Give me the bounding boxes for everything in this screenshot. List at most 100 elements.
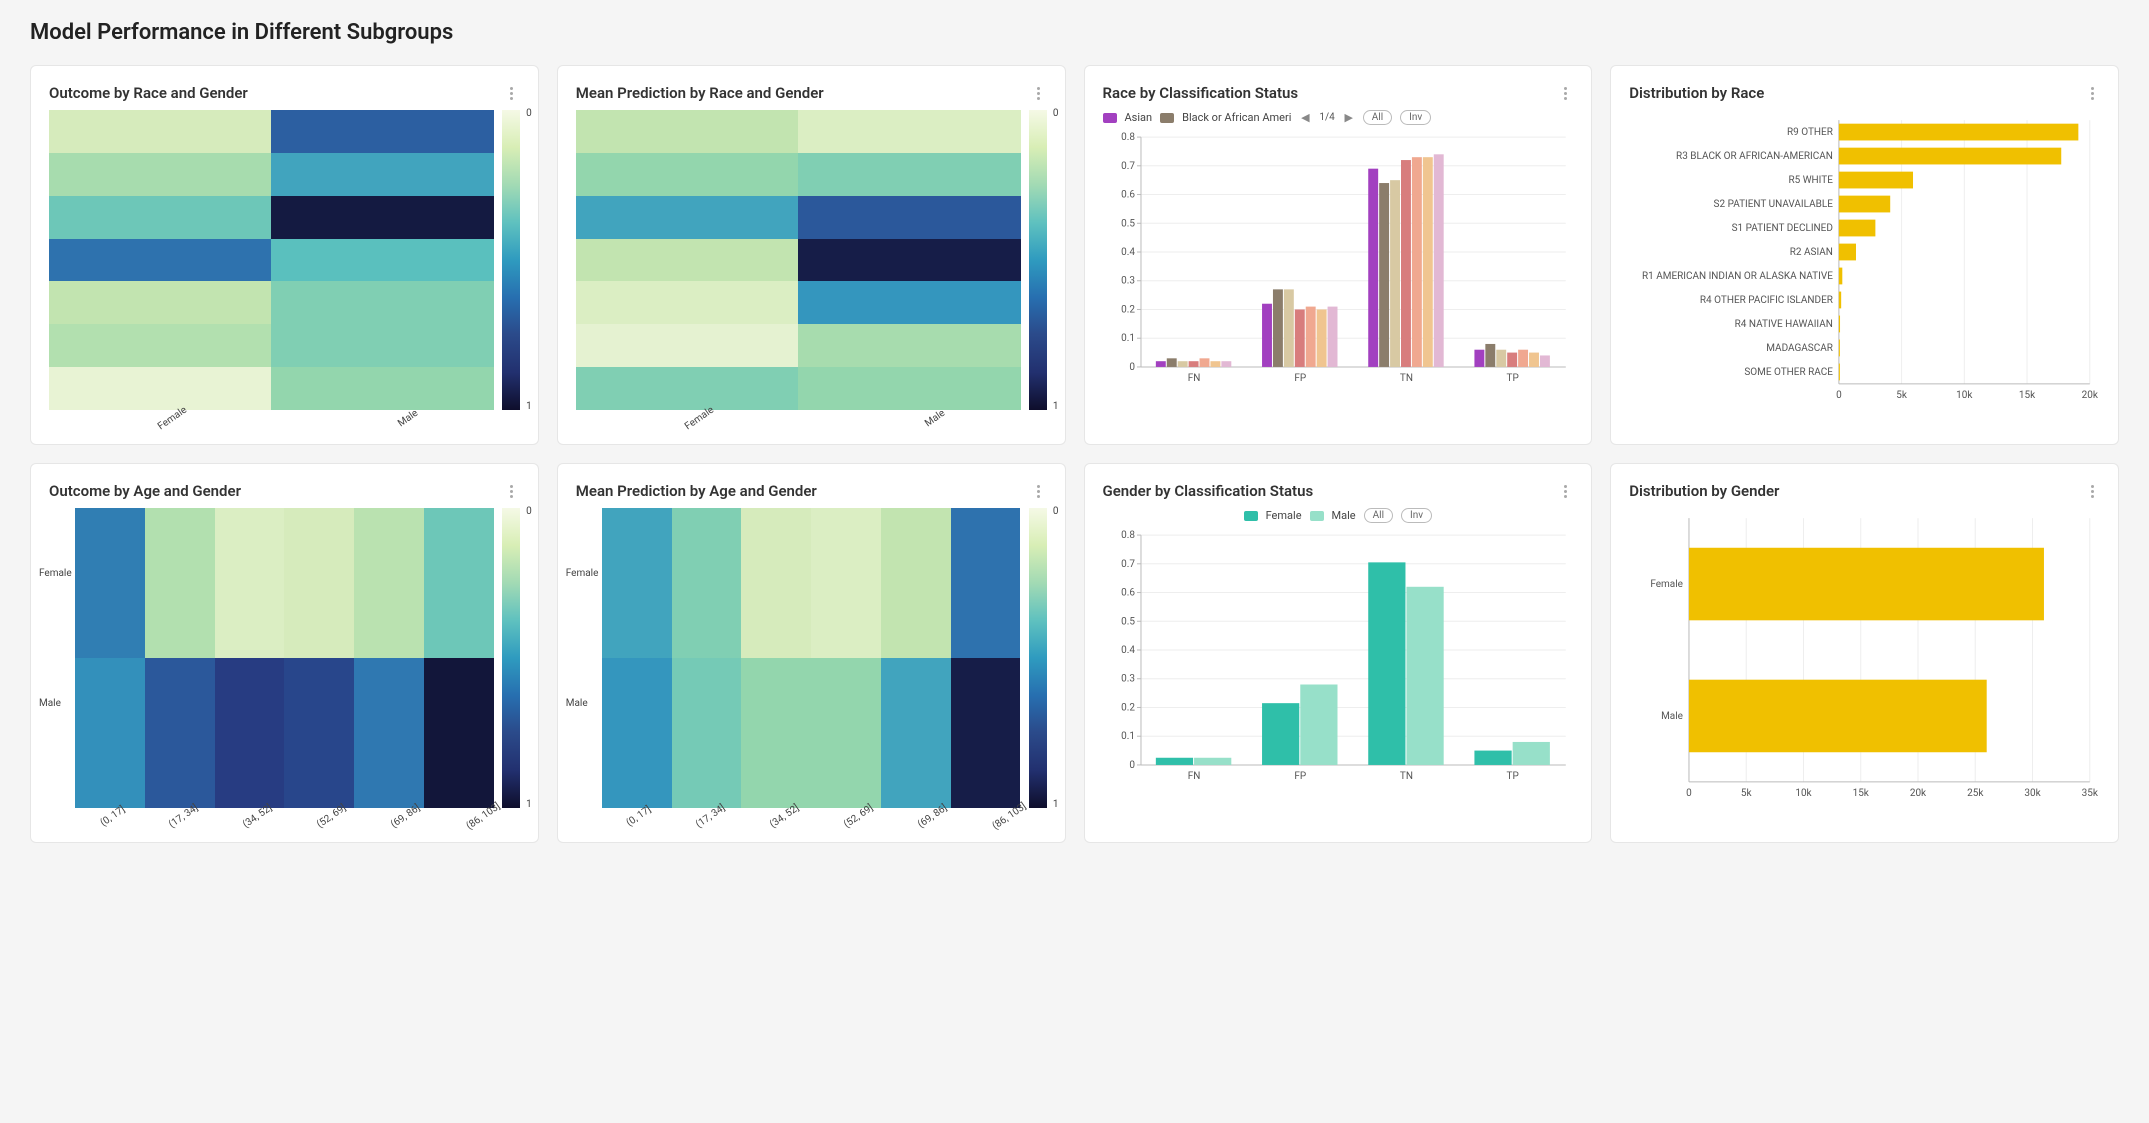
bar — [1401, 160, 1411, 367]
card-title: Distribution by Race — [1629, 84, 1764, 102]
card-dist-race: Distribution by Race 05k10k15k20kR9 OTHE… — [1610, 65, 2119, 445]
card-outcome-race-gender: Outcome by Race and Gender 0 1 FemaleMal… — [30, 65, 539, 445]
heatmap-cell — [576, 110, 798, 153]
kebab-menu-icon[interactable] — [2084, 85, 2100, 101]
bar — [1155, 758, 1192, 765]
x-tick-label: Male — [923, 408, 947, 430]
y-tick-label: Female — [39, 568, 72, 579]
card-outcome-age-gender: Outcome by Age and Gender FemaleMale 0 1… — [30, 463, 539, 843]
legend-next-icon[interactable]: ▶ — [1343, 112, 1355, 124]
svg-text:Male: Male — [1661, 711, 1683, 722]
svg-text:0.5: 0.5 — [1121, 218, 1135, 229]
svg-text:0.1: 0.1 — [1121, 333, 1135, 344]
bar — [1689, 680, 1987, 753]
colorbar-max: 1 — [526, 799, 532, 810]
svg-text:25k: 25k — [1967, 788, 1984, 799]
svg-text:0.5: 0.5 — [1121, 616, 1135, 627]
svg-text:0.8: 0.8 — [1121, 132, 1135, 143]
svg-text:5k: 5k — [1897, 390, 1909, 401]
legend-prev-icon[interactable]: ◀ — [1299, 112, 1311, 124]
svg-text:FN: FN — [1187, 771, 1200, 782]
heatmap-cell — [741, 508, 811, 658]
bar — [1177, 361, 1187, 367]
bar — [1422, 157, 1432, 367]
heatmap-cell — [271, 367, 493, 410]
svg-text:MADAGASCAR: MADAGASCAR — [1767, 343, 1834, 354]
heatmap-cell — [672, 658, 742, 808]
heatmap-cell — [811, 658, 881, 808]
colorbar-max: 1 — [1053, 401, 1059, 412]
bar — [1485, 344, 1495, 367]
heatmap-cell — [576, 239, 798, 282]
legend-swatch-female — [1244, 511, 1258, 521]
legend-inv-button[interactable]: Inv — [1401, 508, 1432, 523]
bar — [1194, 758, 1231, 765]
bar — [1839, 340, 1840, 357]
horizontal-bar-chart: 05k10k15k20kR9 OTHERR3 BLACK OR AFRICAN-… — [1629, 110, 2100, 410]
svg-text:0.1: 0.1 — [1121, 731, 1135, 742]
svg-text:20k: 20k — [2082, 390, 2099, 401]
legend: Asian Black or African Ameri ◀ 1/4 ▶ All… — [1103, 110, 1574, 125]
kebab-menu-icon[interactable] — [1031, 483, 1047, 499]
bar — [1283, 289, 1293, 367]
heatmap-cell — [798, 324, 1020, 367]
svg-text:S2 PATIENT UNAVAILABLE: S2 PATIENT UNAVAILABLE — [1714, 199, 1834, 210]
bar — [1166, 358, 1176, 367]
bar — [1512, 742, 1549, 765]
heatmap-cell — [798, 153, 1020, 196]
x-tick-label: Male — [396, 408, 420, 430]
heatmap-cell — [49, 239, 271, 282]
bar — [1316, 309, 1326, 366]
y-tick-label: Female — [566, 568, 599, 579]
legend-page: 1/4 — [1319, 112, 1334, 123]
bar — [1294, 309, 1304, 366]
bar — [1839, 172, 1913, 189]
svg-text:30k: 30k — [2025, 788, 2042, 799]
heatmap-cell — [49, 110, 271, 153]
kebab-menu-icon[interactable] — [504, 483, 520, 499]
heatmap-cell — [798, 110, 1020, 153]
heatmap-cell — [951, 508, 1021, 658]
bar — [1262, 703, 1299, 765]
svg-text:15k: 15k — [1853, 788, 1870, 799]
svg-text:0: 0 — [1686, 788, 1692, 799]
card-race-class-status: Race by Classification Status Asian Blac… — [1084, 65, 1593, 445]
heatmap-cell — [271, 239, 493, 282]
bar — [1839, 196, 1890, 213]
heatmap-cell — [602, 658, 672, 808]
bar — [1300, 684, 1337, 764]
heatmap-cell — [145, 508, 215, 658]
card-title: Gender by Classification Status — [1103, 482, 1314, 500]
colorbar-min: 0 — [1053, 108, 1059, 119]
colorbar-max: 1 — [526, 401, 532, 412]
heatmap-cell — [271, 196, 493, 239]
bar — [1474, 350, 1484, 367]
svg-text:35k: 35k — [2082, 788, 2099, 799]
card-title: Mean Prediction by Race and Gender — [576, 84, 824, 102]
card-mean-pred-age-gender: Mean Prediction by Age and Gender Female… — [557, 463, 1066, 843]
svg-text:0.2: 0.2 — [1121, 702, 1135, 713]
legend-all-button[interactable]: All — [1364, 508, 1393, 523]
legend: Female Male All Inv — [1103, 508, 1574, 523]
heatmap-cell — [576, 196, 798, 239]
page-title: Model Performance in Different Subgroups — [30, 20, 2119, 45]
bar — [1199, 358, 1209, 367]
heatmap-cell — [215, 658, 285, 808]
bar — [1518, 350, 1528, 367]
kebab-menu-icon[interactable] — [1031, 85, 1047, 101]
svg-text:R9 OTHER: R9 OTHER — [1787, 127, 1833, 138]
legend-inv-button[interactable]: Inv — [1400, 110, 1431, 125]
legend-all-button[interactable]: All — [1363, 110, 1392, 125]
bar — [1188, 361, 1198, 367]
svg-text:R3 BLACK OR AFRICAN-AMERICAN: R3 BLACK OR AFRICAN-AMERICAN — [1676, 151, 1833, 162]
heatmap-cell — [811, 508, 881, 658]
colorbar: 0 1 — [1029, 110, 1047, 410]
kebab-menu-icon[interactable] — [2084, 483, 2100, 499]
kebab-menu-icon[interactable] — [1557, 483, 1573, 499]
card-title: Mean Prediction by Age and Gender — [576, 482, 817, 500]
kebab-menu-icon[interactable] — [504, 85, 520, 101]
svg-text:FN: FN — [1187, 373, 1200, 384]
bar — [1406, 587, 1443, 765]
svg-text:10k: 10k — [1796, 788, 1813, 799]
kebab-menu-icon[interactable] — [1557, 85, 1573, 101]
